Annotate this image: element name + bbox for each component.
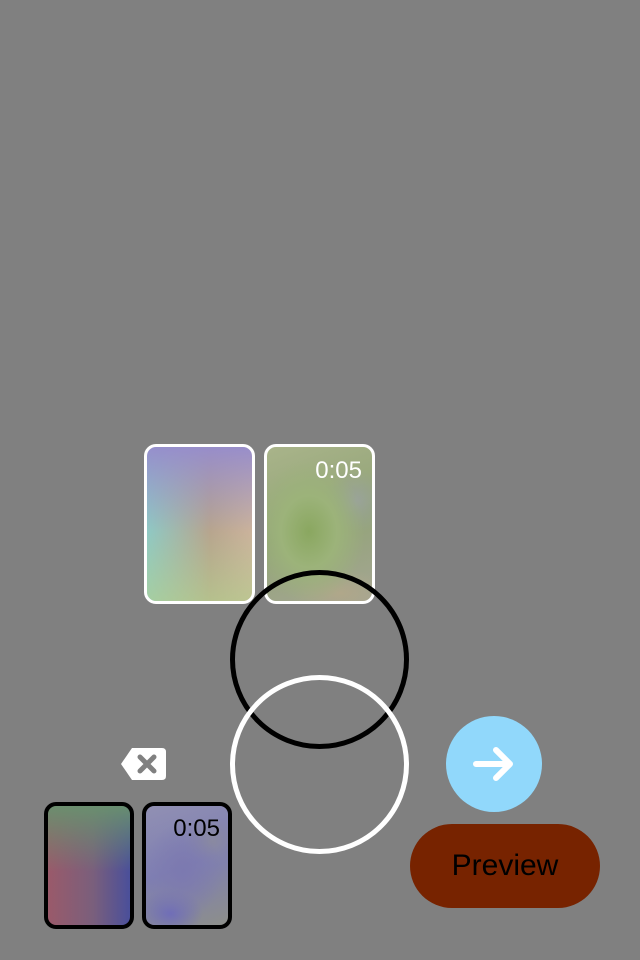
video-duration-label: 0:05 bbox=[315, 457, 362, 484]
preview-button[interactable]: Preview bbox=[410, 824, 600, 908]
gallery-image-thumbnail[interactable] bbox=[44, 802, 134, 929]
backspace-icon bbox=[121, 748, 166, 780]
gallery-video-thumbnail[interactable]: 0:05 bbox=[142, 802, 232, 929]
timeline-image-thumbnail[interactable] bbox=[144, 444, 255, 604]
next-button[interactable] bbox=[446, 716, 542, 812]
preview-button-label: Preview bbox=[451, 849, 559, 882]
delete-button[interactable] bbox=[120, 746, 168, 782]
gallery-video-duration-label: 0:05 bbox=[173, 815, 220, 842]
capture-ring-light[interactable] bbox=[230, 675, 409, 854]
arrow-right-icon bbox=[473, 747, 513, 781]
